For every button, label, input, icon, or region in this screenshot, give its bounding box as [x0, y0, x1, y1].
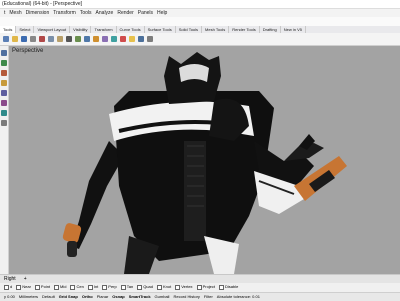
menu-item-dimension[interactable]: Dimension — [26, 9, 50, 17]
menu-item-mesh[interactable]: Mesh — [9, 9, 21, 17]
tab-new-in-v5[interactable]: New in V5 — [281, 26, 306, 33]
tab-transform[interactable]: Transform — [91, 26, 117, 33]
menu-item-help[interactable]: Help — [157, 9, 167, 17]
checkbox-icon — [16, 284, 22, 290]
checkbox-icon — [54, 284, 60, 290]
checkbox-icon — [102, 284, 108, 290]
armored-figure-model — [62, 52, 347, 274]
osnap-int[interactable]: Int — [87, 283, 98, 291]
checkbox-icon — [120, 284, 126, 290]
checkbox-icon — [137, 284, 143, 290]
pan-icon[interactable] — [75, 36, 81, 42]
menu-item-t[interactable]: t — [4, 9, 5, 17]
options-icon[interactable] — [147, 36, 153, 42]
mesh-icon[interactable] — [1, 110, 7, 116]
osnap-perp[interactable]: Perp — [102, 283, 117, 291]
tab-viewport-layout[interactable]: Viewport Layout — [34, 26, 71, 33]
perspective-viewport[interactable]: Perspective — [9, 46, 400, 274]
circle-icon[interactable] — [1, 80, 7, 86]
window-title: (Educational) (64-bit) - [Perspective] — [2, 1, 83, 7]
new-file-icon[interactable] — [3, 36, 9, 42]
view-tab-right[interactable]: Right — [0, 275, 20, 283]
add-view-tab-button[interactable]: + — [20, 275, 31, 283]
left-toolbar — [0, 46, 9, 282]
checkbox-icon — [34, 284, 40, 290]
osnap-point[interactable]: Point — [34, 283, 50, 291]
menu-item-render[interactable]: Render — [117, 9, 133, 17]
tab-select[interactable]: Select — [16, 26, 35, 33]
zoom-extents-icon[interactable] — [102, 36, 108, 42]
open-folder-icon[interactable] — [12, 36, 18, 42]
menu-item-panels[interactable]: Panels — [138, 9, 153, 17]
osnap-mid[interactable]: Mid — [54, 283, 66, 291]
osnap-cen[interactable]: Cen — [70, 283, 84, 291]
menu-item-tools[interactable]: Tools — [80, 9, 92, 17]
checkbox-icon — [4, 284, 9, 290]
tab-tools[interactable]: Tools — [0, 26, 17, 33]
tab-visibility[interactable]: Visibility — [70, 26, 92, 33]
tab-mesh-tools[interactable]: Mesh Tools — [202, 26, 230, 33]
viewport-label[interactable]: Perspective — [12, 48, 43, 54]
checkbox-icon — [196, 284, 202, 290]
checkbox-icon — [219, 284, 225, 290]
solid-icon[interactable] — [1, 100, 7, 106]
select-icon[interactable] — [1, 50, 7, 56]
checkbox-icon — [156, 284, 162, 290]
tab-surface-tools[interactable]: Surface Tools — [145, 26, 176, 33]
tab-curve-tools[interactable]: Curve Tools — [117, 26, 145, 33]
tab-solid-tools[interactable]: Solid Tools — [176, 26, 203, 33]
copy-icon[interactable] — [48, 36, 54, 42]
render-icon[interactable] — [138, 36, 144, 42]
osnap-near[interactable]: Near — [16, 283, 31, 291]
menu-bar: t Mesh Dimension Transform Tools Analyze… — [0, 9, 400, 17]
title-bar: (Educational) (64-bit) - [Perspective] — [0, 0, 400, 9]
cut-icon[interactable] — [39, 36, 45, 42]
layer-icon[interactable] — [111, 36, 117, 42]
tab-render-tools[interactable]: Render Tools — [229, 26, 260, 33]
menu-item-transform[interactable]: Transform — [53, 9, 76, 17]
osnap-disable[interactable]: Disable — [219, 283, 238, 291]
save-icon[interactable] — [21, 36, 27, 42]
menu-item-analyze[interactable]: Analyze — [96, 9, 114, 17]
osnap-end[interactable]: d — [4, 283, 12, 291]
transform-icon[interactable] — [1, 120, 7, 126]
zoom-icon[interactable] — [93, 36, 99, 42]
main-toolbar — [0, 33, 400, 46]
tab-drafting[interactable]: Drafting — [260, 26, 281, 33]
osnap-knot[interactable]: Knot — [156, 283, 171, 291]
checkbox-icon — [175, 284, 181, 290]
point-icon[interactable] — [1, 60, 7, 66]
rotate-view-icon[interactable] — [84, 36, 90, 42]
properties-icon[interactable] — [120, 36, 126, 42]
checkbox-icon — [87, 284, 93, 290]
osnap-tan[interactable]: Tan — [120, 283, 133, 291]
viewport-tabs: Right + — [0, 274, 400, 283]
light-icon[interactable] — [129, 36, 135, 42]
paste-icon[interactable] — [57, 36, 63, 42]
undo-icon[interactable] — [66, 36, 72, 42]
osnap-vertex[interactable]: Vertex — [175, 283, 193, 291]
curve-icon[interactable] — [1, 70, 7, 76]
surface-icon[interactable] — [1, 90, 7, 96]
osnap-quad[interactable]: Quad — [137, 283, 153, 291]
checkbox-icon — [70, 284, 76, 290]
osnap-project[interactable]: Project — [196, 283, 215, 291]
print-icon[interactable] — [30, 36, 36, 42]
osnap-bar: d Near Point Mid Cen Int Perp Tan Quad K… — [0, 283, 400, 291]
